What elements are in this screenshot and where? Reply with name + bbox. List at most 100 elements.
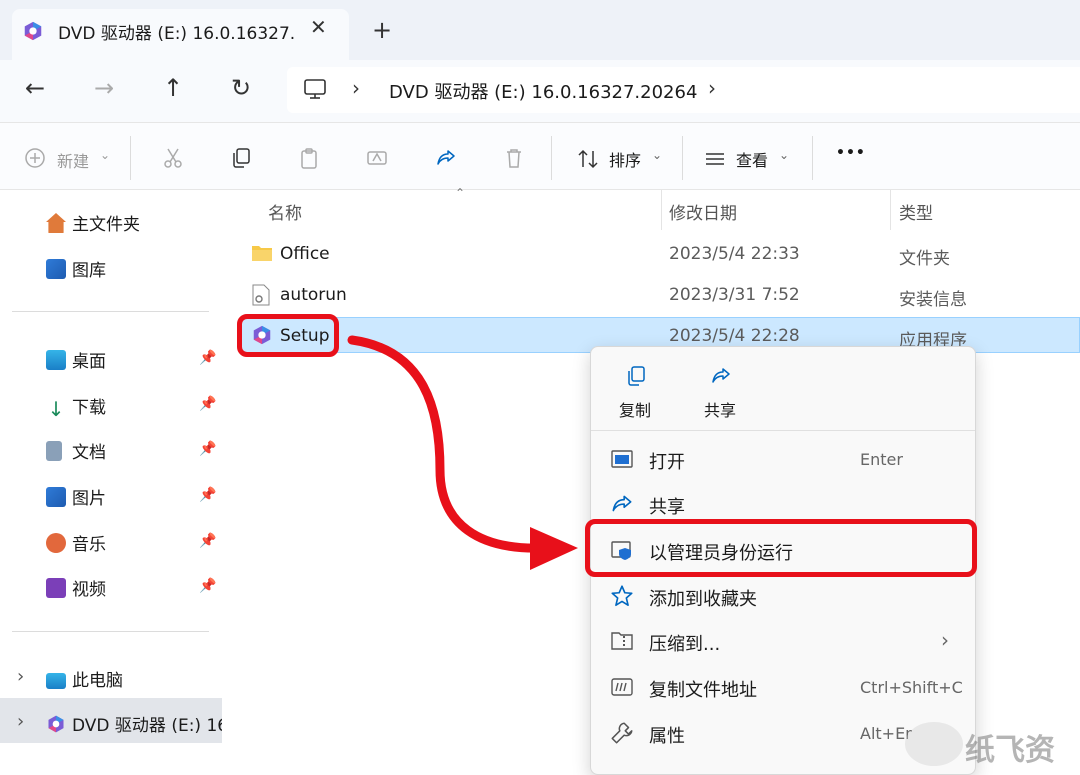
file-date: 2023/5/4 22:33 <box>669 244 800 264</box>
zip-folder-icon <box>611 632 633 650</box>
chevron-right-icon[interactable]: › <box>708 76 716 100</box>
view-button[interactable]: 查看 <box>736 147 768 171</box>
share-icon[interactable] <box>434 146 458 170</box>
column-header-date[interactable]: 修改日期 <box>669 199 737 224</box>
wrench-icon <box>611 722 633 744</box>
wechat-logo <box>905 722 963 766</box>
close-tab-button[interactable]: ✕ <box>310 15 327 39</box>
column-divider[interactable] <box>661 190 662 230</box>
share-icon <box>612 495 632 512</box>
sidebar-item-downloads[interactable]: ↓ 下载 <box>46 393 106 423</box>
video-icon <box>46 578 66 598</box>
delete-icon[interactable] <box>502 146 526 170</box>
sidebar-item-music[interactable]: 音乐 <box>46 530 106 560</box>
sidebar-item-home[interactable]: 主文件夹 <box>46 210 140 240</box>
folder-icon <box>252 246 272 261</box>
new-tab-button[interactable]: + <box>372 16 392 44</box>
file-type: 文件夹 <box>899 249 950 269</box>
column-divider[interactable] <box>890 190 891 230</box>
sidebar-item-desktop[interactable]: 桌面 <box>46 347 106 377</box>
chevron-right-icon: › <box>941 628 949 652</box>
music-icon <box>46 533 66 553</box>
pin-icon: 📌 <box>199 350 217 366</box>
office-setup-icon <box>24 21 42 41</box>
divider <box>591 430 975 431</box>
menu-item-open[interactable]: 打开 <box>649 448 685 474</box>
divider <box>812 136 813 180</box>
sidebar-item-documents[interactable]: 文档 <box>46 438 106 468</box>
menu-item-properties[interactable]: 属性 <box>649 722 685 748</box>
sidebar-item-pictures[interactable]: 图片 <box>46 484 106 514</box>
computer-icon <box>304 79 326 99</box>
watermark-text: 纸飞资 <box>965 733 1055 768</box>
refresh-button[interactable]: ↻ <box>231 74 251 102</box>
share-icon[interactable] <box>709 364 733 388</box>
copy-icon[interactable] <box>229 146 253 170</box>
up-button[interactable]: ↑ <box>163 74 183 102</box>
file-date: 2023/5/4 22:28 <box>669 326 800 346</box>
more-options-button[interactable]: ••• <box>836 145 866 161</box>
divider <box>130 136 131 180</box>
copy-icon[interactable] <box>624 364 648 388</box>
sidebar-item-label: DVD 驱动器 (E:) 16 <box>72 716 222 736</box>
expand-chevron-icon[interactable]: › <box>17 666 24 687</box>
cut-icon[interactable] <box>161 146 185 170</box>
file-name: autorun <box>280 285 347 305</box>
divider <box>682 136 683 180</box>
divider <box>551 136 552 180</box>
gallery-icon <box>46 259 66 279</box>
computer-icon <box>46 673 66 689</box>
divider <box>12 311 209 312</box>
menu-item-share[interactable]: 共享 <box>649 493 685 519</box>
office-setup-icon <box>48 715 64 733</box>
forward-button[interactable]: → <box>94 74 114 102</box>
sidebar-item-this-pc[interactable]: 此电脑 <box>46 666 123 696</box>
sidebar-item-gallery[interactable]: 图库 <box>46 256 106 286</box>
menu-item-add-favorites[interactable]: 添加到收藏夹 <box>649 585 757 611</box>
rename-icon[interactable] <box>365 146 389 170</box>
chevron-down-icon: ⌄ <box>100 148 111 162</box>
setup-info-file-icon <box>252 284 270 306</box>
menu-item-copy-path[interactable]: 复制文件地址 <box>649 676 757 702</box>
file-type: 安装信息 <box>899 290 967 310</box>
sidebar-item-videos[interactable]: 视频 <box>46 575 106 605</box>
sort-icon <box>578 149 598 169</box>
chevron-down-icon: ⌄ <box>652 148 663 162</box>
sidebar-item-label: 桌面 <box>72 352 106 372</box>
column-header-name[interactable]: 名称 <box>268 199 302 224</box>
sidebar-item-dvd-drive[interactable]: DVD 驱动器 (E:) 16 <box>46 711 222 741</box>
column-header-type[interactable]: 类型 <box>899 199 933 224</box>
download-icon: ↓ <box>47 397 65 421</box>
copy-label[interactable]: 复制 <box>619 397 651 421</box>
chevron-right-icon[interactable]: › <box>352 76 360 100</box>
highlight-setup-box <box>237 314 339 357</box>
pin-icon: 📌 <box>199 487 217 503</box>
sidebar-item-label: 文档 <box>72 443 106 463</box>
pictures-icon <box>46 487 66 507</box>
paste-icon[interactable] <box>297 146 321 170</box>
expand-chevron-icon[interactable]: › <box>17 711 24 732</box>
sort-button[interactable]: 排序 <box>609 147 641 171</box>
divider <box>12 631 209 632</box>
sidebar-item-label: 视频 <box>72 580 106 600</box>
sidebar-item-label: 图库 <box>72 261 106 281</box>
menu-item-compress[interactable]: 压缩到... <box>649 630 720 656</box>
file-date: 2023/3/31 7:52 <box>669 285 800 305</box>
star-icon <box>611 585 633 607</box>
sidebar-item-label: 此电脑 <box>72 671 123 691</box>
new-button[interactable]: 新建 <box>57 148 89 172</box>
file-name: Office <box>280 244 330 264</box>
open-app-icon <box>611 450 633 468</box>
home-icon <box>46 213 66 233</box>
sort-ascending-icon: ⌃ <box>455 186 466 200</box>
pin-icon: 📌 <box>199 441 217 457</box>
breadcrumb[interactable]: DVD 驱动器 (E:) 16.0.16327.20264 <box>389 78 697 104</box>
shortcut-label: Ctrl+Shift+C <box>860 678 963 697</box>
chevron-down-icon: ⌄ <box>779 148 790 162</box>
table-row[interactable] <box>240 236 1080 272</box>
pin-icon: 📌 <box>199 396 217 412</box>
plus-circle-icon <box>25 148 45 168</box>
tab-title: DVD 驱动器 (E:) 16.0.16327.2026 <box>58 24 296 44</box>
share-label[interactable]: 共享 <box>704 397 736 421</box>
back-button[interactable]: ← <box>25 74 45 102</box>
